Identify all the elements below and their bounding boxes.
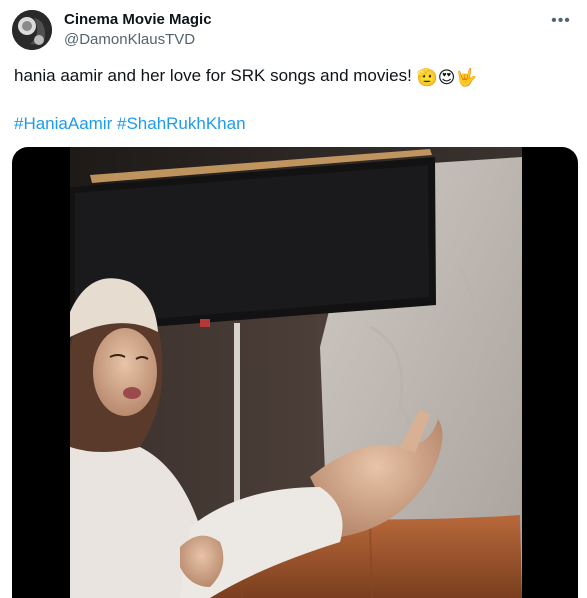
tweet-text-body: hania aamir and her love for SRK songs a…	[14, 66, 412, 85]
tweet-header: Cinema Movie Magic @DamonKlausTVD •••	[12, 9, 575, 51]
tweet-text: hania aamir and her love for SRK songs a…	[14, 64, 573, 88]
more-dots-icon[interactable]: •••	[549, 9, 573, 33]
hashtag-link[interactable]: #HaniaAamir	[14, 114, 112, 133]
author-names: Cinema Movie Magic @DamonKlausTVD	[64, 10, 212, 50]
display-name[interactable]: Cinema Movie Magic	[64, 10, 212, 30]
user-handle[interactable]: @DamonKlausTVD	[64, 30, 212, 50]
hashtag-link[interactable]: #ShahRukhKhan	[117, 114, 246, 133]
video-thumbnail	[70, 147, 522, 598]
tweet-card: Cinema Movie Magic @DamonKlausTVD ••• ha…	[0, 0, 587, 598]
heart-eyes-emoji: 😍	[437, 68, 456, 87]
tweet-hashtags: #HaniaAamir #ShahRukhKhan	[14, 112, 246, 136]
saluting-face-emoji: 🫡	[416, 68, 438, 87]
avatar[interactable]	[12, 10, 52, 50]
video-frame[interactable]	[70, 147, 522, 598]
video-player[interactable]	[12, 147, 578, 598]
love-you-gesture-emoji: 🤟	[455, 68, 477, 87]
avatar-image	[12, 10, 52, 50]
